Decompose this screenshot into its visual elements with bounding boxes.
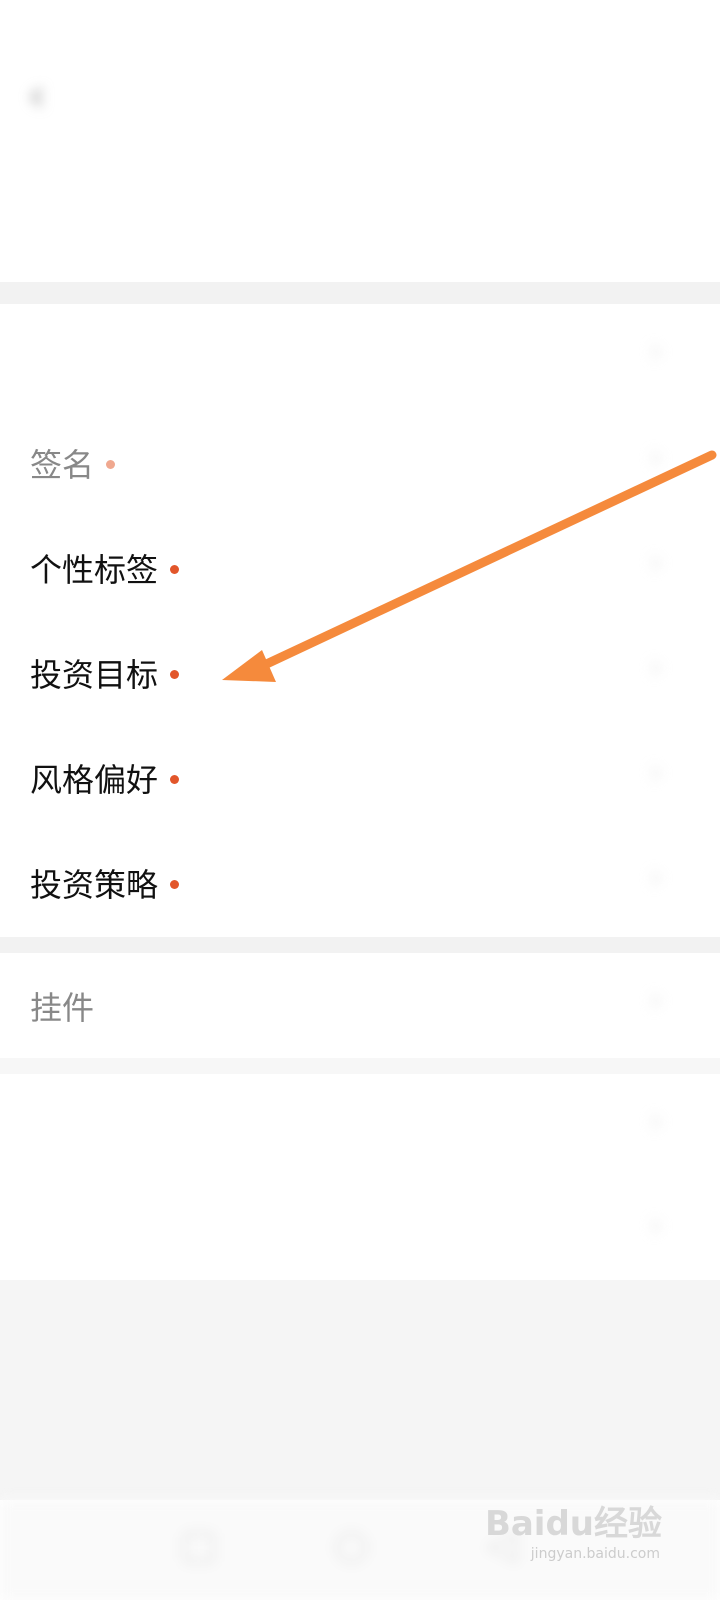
annotation-arrow-icon xyxy=(222,450,717,682)
